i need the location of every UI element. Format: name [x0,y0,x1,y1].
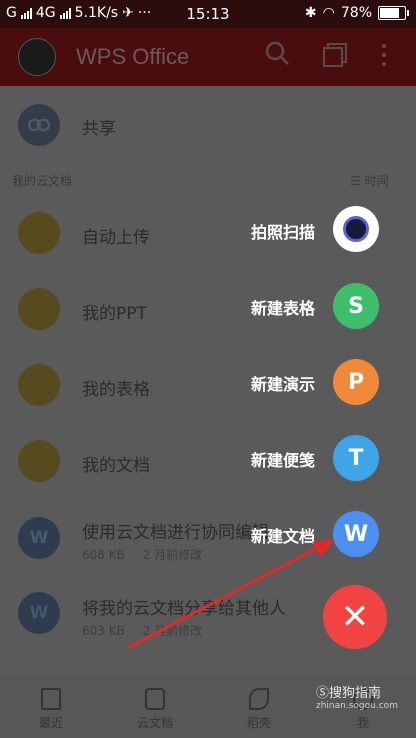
battery-icon [378,6,409,20]
search-icon[interactable] [264,40,290,72]
word-doc-icon: W [18,592,60,634]
wifi-icon: ◠ [322,5,335,21]
watermark: Ⓢ搜狗指南 zhinan.sogou.com [316,682,398,711]
folder-icon [18,440,60,482]
sort-label: 时间 [364,174,389,188]
more-vertical-icon[interactable] [380,42,388,72]
nav-cloud[interactable]: 云文档 [120,688,190,731]
nav-docer[interactable]: 稻壳 [224,688,294,731]
tabs-icon[interactable] [322,42,348,72]
leaf-icon [249,688,269,710]
status-bar: G 4G 5.1K/s ✈ ··· 15:13 ✱ ◠ 78% [0,0,416,28]
list-item-title[interactable]: 自动上传 [82,223,150,248]
folder-icon [18,212,60,254]
word-doc-icon: W [18,517,60,559]
list-item-title[interactable]: 我的文档 [82,451,150,476]
fab-label-presentation[interactable]: 新建演示 [205,371,315,395]
bluetooth-icon: ✱ [304,5,317,21]
nav-label: 稻壳 [246,716,271,730]
battery-percent: 78% [340,5,372,21]
list-item-title[interactable]: 我的表格 [82,375,150,400]
list-item-title[interactable]: 我的PPT [82,299,147,324]
sort-toggle[interactable]: ☰ 时间 [350,172,389,189]
presentation-icon[interactable]: P [333,359,379,405]
share-row-label[interactable]: 共享 [82,114,116,139]
app-bar [0,28,416,86]
watermark-brand: 搜狗指南 [329,686,382,701]
section-title: 我的云文档 [12,174,73,188]
camera-icon[interactable] [333,206,379,252]
cube-icon [145,688,165,710]
link-icon [18,104,60,146]
nav-label: 我 [356,716,369,730]
nav-label: 最近 [38,716,63,730]
fab-label-sheet[interactable]: 新建表格 [205,295,315,319]
nav-label: 云文档 [136,716,173,730]
app-title: WPS Office [76,44,190,69]
file-size: 603 KB [82,624,125,638]
folder-icon [18,288,60,330]
file-icon [41,688,61,710]
sort-icon: ☰ [350,174,361,188]
watermark-url: zhinan.sogou.com [316,701,398,711]
nav-recent[interactable]: 最近 [16,688,86,731]
avatar[interactable] [18,38,56,76]
fab-label-scan[interactable]: 拍照扫描 [205,219,315,243]
annotation-arrow [127,539,334,650]
spreadsheet-icon[interactable]: S [333,283,379,329]
sogou-logo-icon: Ⓢ [316,686,330,701]
file-size: 608 KB [82,548,125,562]
fab-label-note[interactable]: 新建便笺 [205,447,315,471]
note-icon[interactable]: T [333,435,379,481]
folder-icon [18,364,60,406]
